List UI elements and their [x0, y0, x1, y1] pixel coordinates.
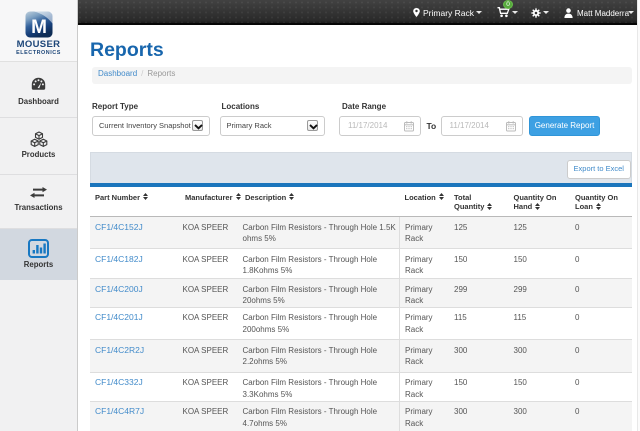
svg-text:M: M [31, 17, 47, 38]
